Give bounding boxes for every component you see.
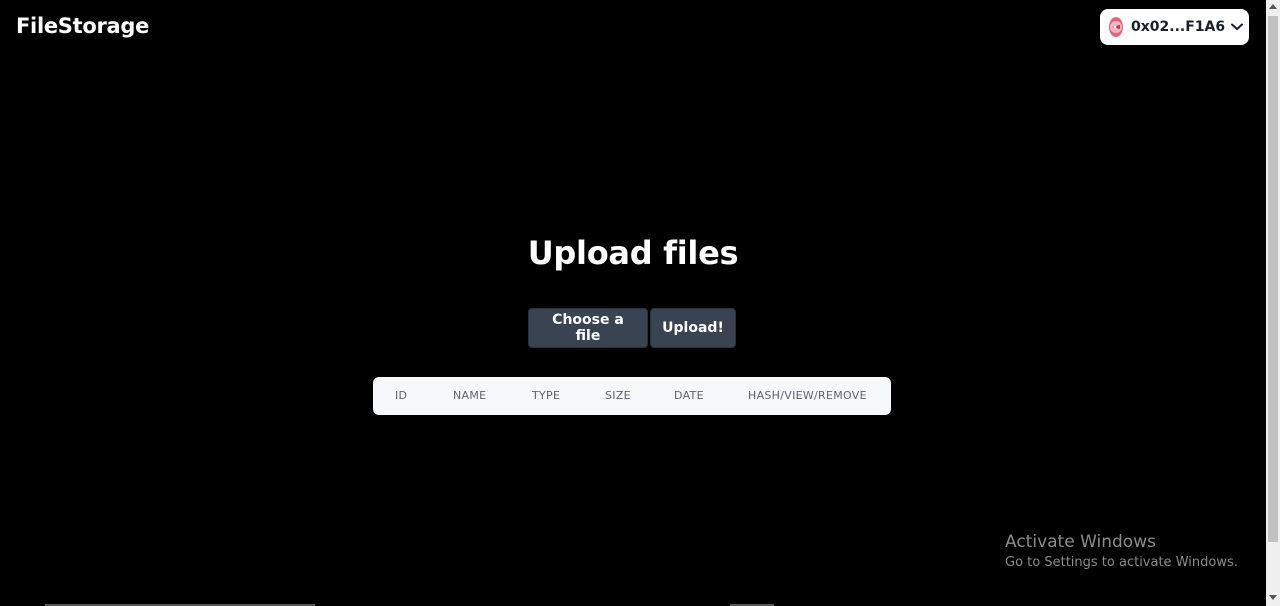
upload-actions: Choose a file Upload!	[528, 308, 736, 348]
scroll-down-arrow-icon[interactable]	[1269, 595, 1277, 600]
column-header-name: NAME	[453, 389, 487, 402]
column-header-size: SIZE	[605, 389, 631, 402]
choose-file-button[interactable]: Choose a file	[528, 308, 648, 348]
column-header-date: DATE	[674, 389, 704, 402]
watermark-subtitle: Go to Settings to activate Windows.	[1005, 555, 1238, 570]
upload-section: Upload files Choose a file Upload! ID NA…	[0, 0, 1266, 606]
watermark-title: Activate Windows	[1005, 532, 1156, 552]
scroll-thumb[interactable]	[1268, 16, 1278, 542]
column-header-type: TYPE	[532, 389, 561, 402]
vertical-scrollbar[interactable]	[1266, 0, 1280, 606]
upload-button[interactable]: Upload!	[650, 308, 736, 348]
column-header-hash-view-remove: HASH/VIEW/REMOVE	[748, 389, 867, 402]
files-table: ID NAME TYPE SIZE DATE HASH/VIEW/REMOVE	[373, 377, 891, 415]
page-title: Upload files	[527, 234, 739, 272]
windows-activation-watermark: Activate Windows Go to Settings to activ…	[1005, 532, 1238, 570]
scroll-up-arrow-icon[interactable]	[1269, 4, 1277, 9]
column-header-id: ID	[395, 389, 408, 402]
